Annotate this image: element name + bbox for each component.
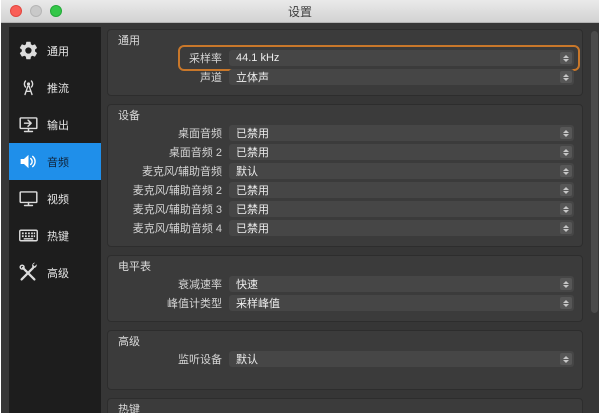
section-devices: 设备桌面音频已禁用桌面音频 2已禁用麦克风/辅助音频默认麦克风/辅助音频 2已禁… [107, 104, 583, 247]
selected-value: 已禁用 [236, 220, 269, 236]
row-label: 麦克风/辅助音频 4 [116, 220, 229, 236]
sidebar-item-hotkeys[interactable]: 热键 [9, 217, 101, 254]
settings-row: 峰值计类型采样峰值 [116, 295, 574, 311]
title-bar[interactable]: 设置 [1, 0, 599, 23]
selected-value: 采样峰值 [236, 295, 280, 311]
chevron-up-down-icon[interactable] [560, 297, 572, 309]
row-label: 桌面音频 [116, 125, 229, 141]
settings-row: 麦克风/辅助音频 2 已禁用 [116, 182, 574, 198]
section-meters: 电平表衰减速率快速峰值计类型采样峰值 [107, 255, 583, 322]
row-select[interactable]: 44.1 kHz [229, 50, 574, 66]
section-title: 高级 [118, 336, 574, 348]
row-select[interactable]: 默认 [229, 163, 574, 179]
zoom-button[interactable] [50, 5, 62, 17]
settings-row: 麦克风/辅助音频 3 已禁用 [116, 201, 574, 217]
section-hotkeys: 热键 [107, 398, 583, 413]
settings-row: 桌面音频 2 已禁用 [116, 144, 574, 160]
row-select[interactable]: 采样峰值 [229, 295, 574, 311]
section-general: 通用采样率 44.1 kHz 声道立体声 [107, 29, 583, 96]
sidebar-item-label: 音频 [47, 154, 69, 170]
window-title: 设置 [288, 3, 312, 20]
row-select[interactable]: 已禁用 [229, 182, 574, 198]
row-label: 麦克风/辅助音频 3 [116, 201, 229, 217]
row-select[interactable]: 默认 [229, 351, 574, 367]
settings-row: 麦克风/辅助音频默认 [116, 163, 574, 179]
sidebar-item-general[interactable]: 通用 [9, 32, 101, 69]
settings-row: 监听设备默认 [116, 351, 574, 367]
sidebar-item-label: 视频 [47, 191, 69, 207]
row-label: 监听设备 [116, 351, 229, 367]
settings-row: 桌面音频已禁用 [116, 125, 574, 141]
row-select[interactable]: 已禁用 [229, 125, 574, 141]
selected-value: 快速 [236, 276, 258, 292]
chevron-up-down-icon[interactable] [560, 146, 572, 158]
sidebar: 通用推流输出音频视频热键高级 [9, 27, 101, 413]
chevron-up-down-icon[interactable] [560, 353, 572, 365]
selected-value: 立体声 [236, 69, 269, 85]
sidebar-item-advanced[interactable]: 高级 [9, 254, 101, 291]
settings-window: 设置 通用推流输出音频视频热键高级 通用采样率44.1 kHz声道立体声设备桌面… [1, 0, 599, 413]
sidebar-item-label: 高级 [47, 265, 69, 281]
screenshot-stage: 设置 通用推流输出音频视频热键高级 通用采样率44.1 kHz声道立体声设备桌面… [0, 0, 600, 417]
chevron-up-down-icon[interactable] [560, 203, 572, 215]
selected-value: 44.1 kHz [236, 52, 279, 64]
settings-row: 衰减速率快速 [116, 276, 574, 292]
settings-panel: 通用采样率44.1 kHz声道立体声设备桌面音频已禁用桌面音频 2已禁用麦克风/… [101, 27, 599, 413]
section-title: 电平表 [118, 261, 574, 273]
close-button[interactable] [10, 5, 22, 17]
row-select[interactable]: 快速 [229, 276, 574, 292]
sidebar-item-label: 热键 [47, 228, 69, 244]
chevron-up-down-icon[interactable] [560, 184, 572, 196]
minimize-button[interactable] [30, 5, 42, 17]
sidebar-item-label: 输出 [47, 117, 69, 133]
chevron-up-down-icon[interactable] [560, 71, 572, 83]
section-title: 通用 [118, 35, 574, 47]
sidebar-item-label: 推流 [47, 80, 69, 96]
selected-value: 默认 [236, 351, 258, 367]
settings-row: 麦克风/辅助音频 4 已禁用 [116, 220, 574, 236]
sidebar-item-audio[interactable]: 音频 [9, 143, 101, 180]
section-advanced: 高级监听设备默认 [107, 330, 583, 390]
content-area: 通用推流输出音频视频热键高级 通用采样率44.1 kHz声道立体声设备桌面音频已… [1, 23, 599, 413]
row-label: 峰值计类型 [116, 295, 229, 311]
row-select[interactable]: 已禁用 [229, 220, 574, 236]
speaker-icon [15, 150, 41, 174]
chevron-up-down-icon[interactable] [560, 222, 572, 234]
chevron-up-down-icon[interactable] [560, 165, 572, 177]
row-label: 桌面音频 2 [116, 144, 229, 160]
row-label: 麦克风/辅助音频 2 [116, 182, 229, 198]
selected-value: 已禁用 [236, 144, 269, 160]
sidebar-item-video[interactable]: 视频 [9, 180, 101, 217]
monitor-icon [15, 187, 41, 211]
scrollbar-thumb[interactable] [591, 31, 598, 313]
row-label: 衰减速率 [116, 276, 229, 292]
selected-value: 默认 [236, 163, 258, 179]
section-title: 热键 [118, 404, 574, 413]
output-monitor-icon [15, 113, 41, 137]
selected-value: 已禁用 [236, 182, 269, 198]
settings-row: 声道立体声 [116, 69, 574, 85]
row-select[interactable]: 立体声 [229, 69, 574, 85]
sidebar-item-label: 通用 [47, 43, 69, 59]
keyboard-icon [15, 224, 41, 248]
sidebar-item-output[interactable]: 输出 [9, 106, 101, 143]
chevron-up-down-icon[interactable] [560, 278, 572, 290]
traffic-lights [10, 5, 62, 17]
broadcast-icon [15, 76, 41, 100]
gear-icon [15, 39, 41, 63]
row-label: 麦克风/辅助音频 [116, 163, 229, 179]
section-title: 设备 [118, 110, 574, 122]
row-select[interactable]: 已禁用 [229, 144, 574, 160]
selected-value: 已禁用 [236, 125, 269, 141]
tools-icon [15, 261, 41, 285]
chevron-up-down-icon[interactable] [560, 127, 572, 139]
row-select[interactable]: 已禁用 [229, 201, 574, 217]
sidebar-item-stream[interactable]: 推流 [9, 69, 101, 106]
settings-row: 采样率 44.1 kHz [116, 50, 574, 66]
row-label: 声道 [116, 69, 229, 85]
selected-value: 已禁用 [236, 201, 269, 217]
chevron-up-down-icon[interactable] [560, 52, 572, 64]
row-label: 采样率 [116, 50, 229, 66]
